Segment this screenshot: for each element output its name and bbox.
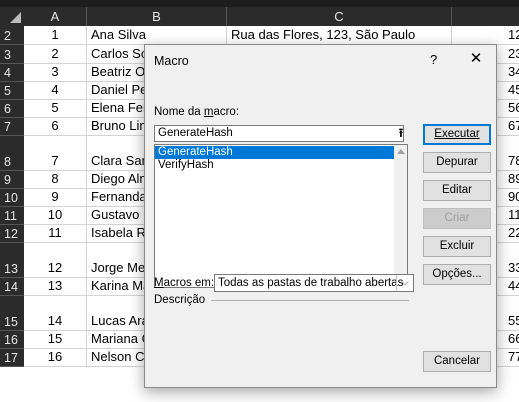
options-button[interactable]: Opções... [423,264,491,285]
create-button: Criar [423,208,491,229]
cell-a[interactable]: 2 [24,45,87,64]
row-number[interactable]: 10 [0,189,24,207]
macro-name-label-prefix: Nome da [154,106,204,118]
cell-a[interactable]: 6 [24,118,87,136]
cell-a[interactable]: 11 [24,225,87,243]
column-header-bar: A B C [0,7,519,26]
macro-name-label: Nome da macro: [154,106,239,118]
chevron-down-icon[interactable]: ⌵ [396,275,413,291]
debug-button[interactable]: Depurar [423,152,491,173]
row-number[interactable]: 7 [0,118,24,136]
cell-a[interactable]: 12 [24,243,87,278]
macro-dialog: Macro ? ✕ Nome da macro: GenerateHash ⭱ … [144,44,497,388]
run-button[interactable]: Executar [423,124,491,145]
cell-a[interactable]: 9 [24,189,87,207]
ribbon-strip [0,0,519,7]
cell-a[interactable]: 1 [24,26,87,45]
row-number[interactable]: 13 [0,243,24,278]
column-header-a[interactable]: A [24,7,87,26]
row-number[interactable]: 16 [0,331,24,349]
row-number[interactable]: 3 [0,45,24,64]
macros-in-label-rest: acros em: [163,277,215,289]
macro-list-item-verifyhash[interactable]: VerifyHash [155,159,395,172]
cell-a[interactable]: 3 [24,64,87,82]
upload-arrow-icon[interactable]: ⭱ [394,126,408,141]
row-number[interactable]: 8 [0,136,24,171]
table-row: 2 1 Ana Silva Rua das Flores, 123, São Paul… [0,26,519,45]
macro-list-item-generatehash[interactable]: GenerateHash [155,146,395,159]
macro-list-scrollbar[interactable] [394,145,407,287]
scroll-up-icon[interactable] [397,149,405,154]
dialog-title: Macro [154,54,189,68]
macro-name-label-accesskey: m [203,106,214,118]
row-number[interactable]: 15 [0,296,24,331]
delete-button[interactable]: Excluir [423,236,491,257]
cell-c[interactable]: Rua das Flores, 123, São Paulo [227,26,452,45]
row-number[interactable]: 4 [0,64,24,82]
column-header-d[interactable] [452,7,519,26]
select-all-corner[interactable] [0,7,24,26]
help-icon[interactable]: ? [430,52,437,67]
macros-in-label: Macros em: [154,277,214,289]
edit-button[interactable]: Editar [423,180,491,201]
row-number[interactable]: 11 [0,207,24,225]
cell-a[interactable]: 5 [24,100,87,118]
column-header-c[interactable]: C [227,7,452,26]
cell-a[interactable]: 8 [24,171,87,189]
macros-in-label-accesskey: M [154,277,164,289]
cell-d[interactable]: 12 [452,26,519,45]
cancel-button[interactable]: Cancelar [423,351,491,372]
cell-a[interactable]: 15 [24,331,87,349]
row-number[interactable]: 5 [0,82,24,100]
macro-name-input[interactable]: GenerateHash [154,125,404,142]
cell-a[interactable]: 16 [24,349,87,367]
cell-a[interactable]: 13 [24,278,87,296]
macros-in-value: Todas as pastas de trabalho abertas [218,277,404,289]
column-header-b[interactable]: B [87,7,227,26]
cell-a[interactable]: 4 [24,82,87,100]
row-number[interactable]: 17 [0,349,24,367]
close-icon[interactable]: ✕ [464,49,488,69]
row-number[interactable]: 9 [0,171,24,189]
row-number[interactable]: 14 [0,278,24,296]
cell-a[interactable]: 14 [24,296,87,331]
macro-list[interactable]: GenerateHash VerifyHash [154,144,408,288]
macros-in-select[interactable]: Todas as pastas de trabalho abertas ⌵ [214,274,414,292]
row-number[interactable]: 6 [0,100,24,118]
cell-a[interactable]: 10 [24,207,87,225]
description-label: Descrição [154,294,206,306]
cell-b[interactable]: Ana Silva [87,26,227,45]
cell-a[interactable]: 7 [24,136,87,171]
row-number[interactable]: 2 [0,26,24,45]
description-separator [211,300,409,301]
macro-name-label-suffix: acro: [213,106,240,118]
run-button-label: Executar [434,128,480,140]
row-number[interactable]: 12 [0,225,24,243]
